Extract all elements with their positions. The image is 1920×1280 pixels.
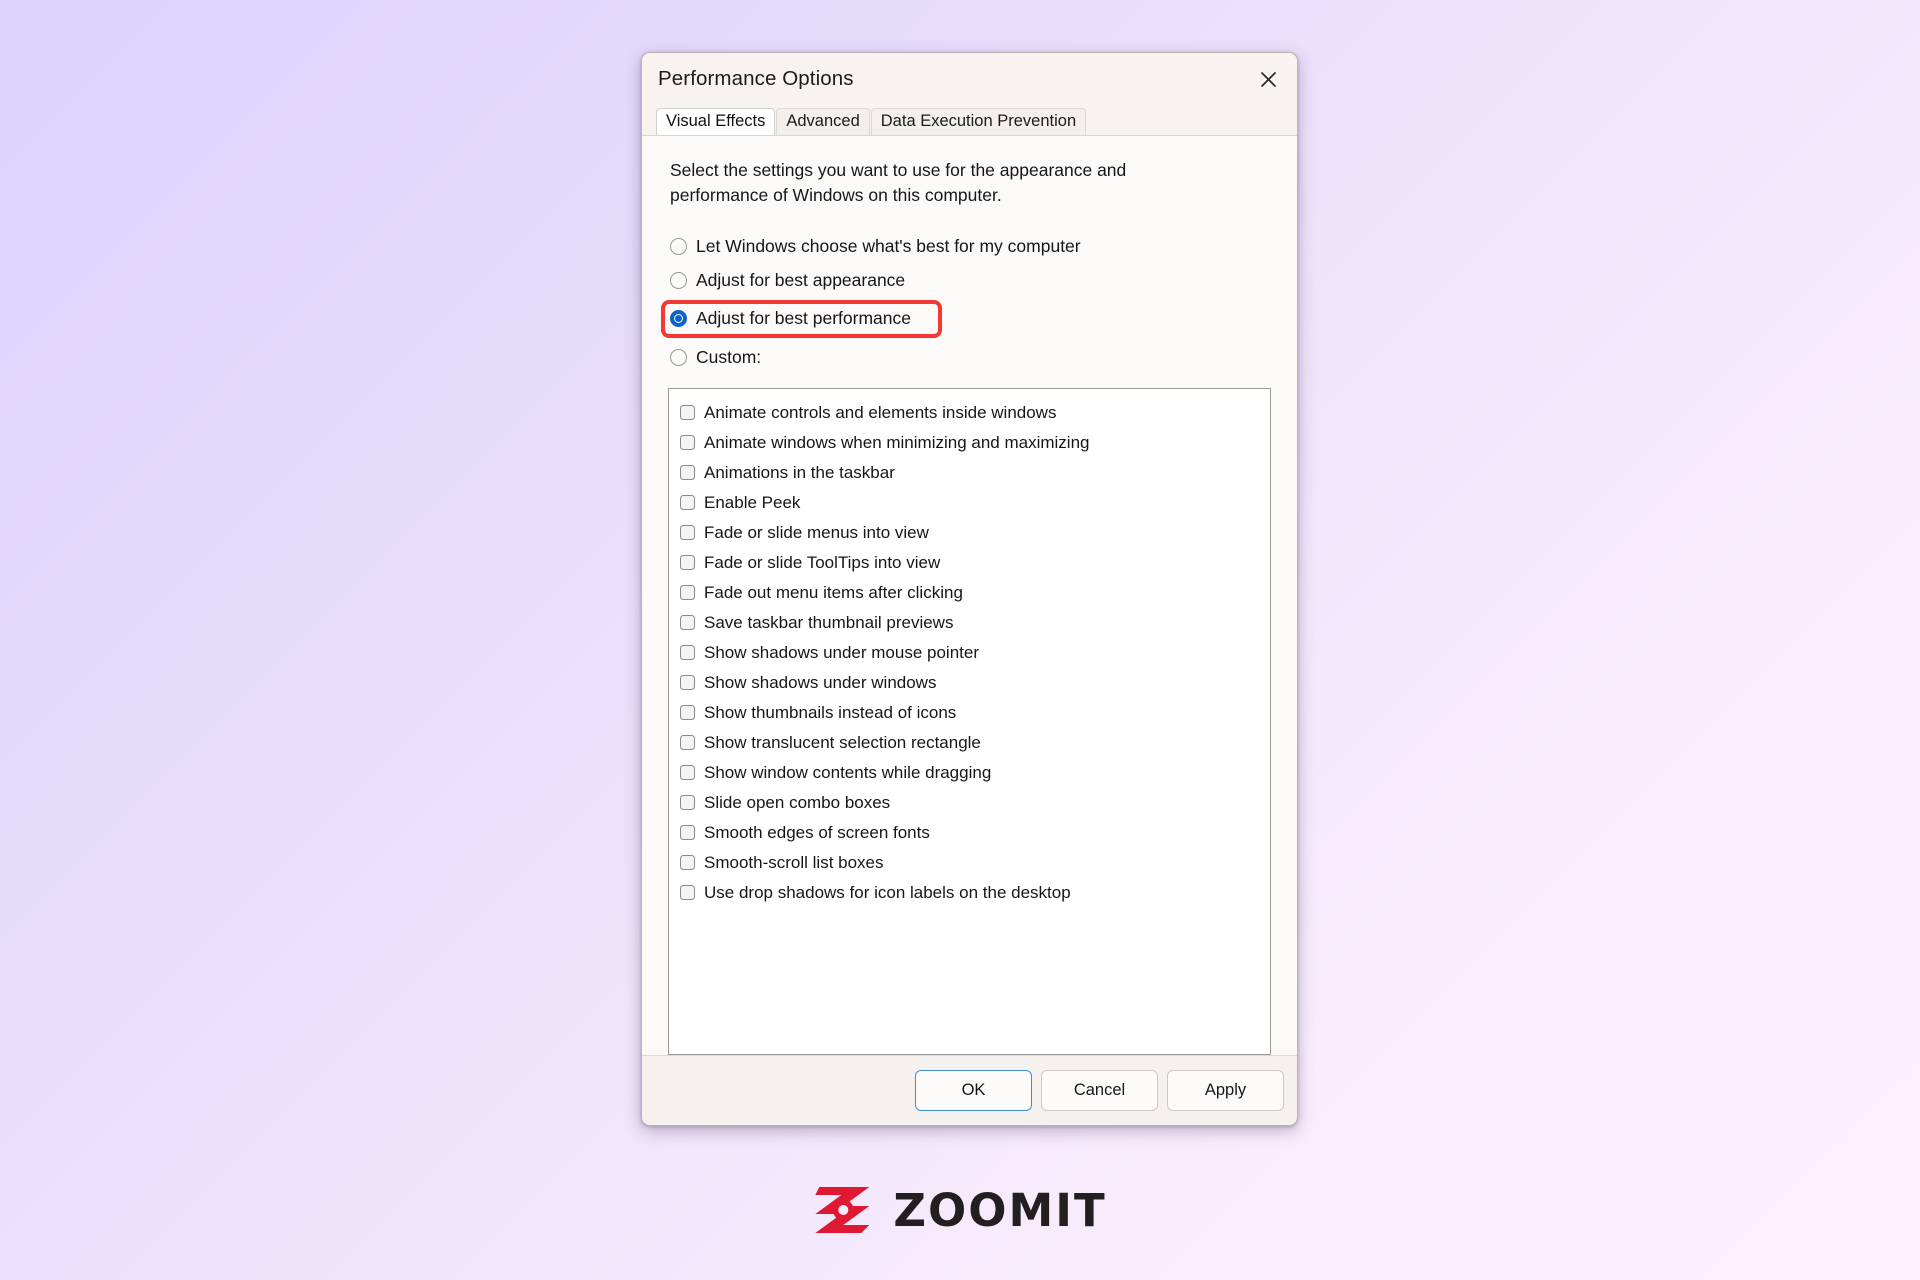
checkbox-icon (680, 825, 695, 841)
tab-strip: Visual Effects Advanced Data Execution P… (642, 105, 1297, 135)
effect-label: Show window contents while dragging (704, 762, 992, 782)
performance-options-dialog: Performance Options Visual Effects Advan… (641, 52, 1298, 1126)
effect-label: Animate windows when minimizing and maxi… (704, 432, 1090, 452)
checkbox-icon (680, 885, 695, 901)
effect-label: Show translucent selection rectangle (704, 732, 981, 752)
effect-list-item[interactable]: Slide open combo boxes (680, 788, 1270, 818)
effect-label: Animate controls and elements inside win… (704, 402, 1057, 422)
button-label: Cancel (1073, 1081, 1126, 1099)
visual-effects-panel: Select the settings you want to use for … (642, 135, 1297, 1055)
effect-list-item[interactable]: Fade or slide ToolTips into view (680, 548, 1270, 578)
checkbox-icon (680, 675, 695, 691)
tab-label: Advanced (786, 111, 860, 130)
panel-description: Select the settings you want to use for … (670, 160, 1127, 205)
checkbox-icon (680, 405, 695, 421)
dialog-title: Performance Options (658, 67, 854, 90)
effect-list-item[interactable]: Show thumbnails instead of icons (680, 698, 1270, 728)
effect-list-item[interactable]: Animate controls and elements inside win… (680, 398, 1270, 428)
dialog-titlebar: Performance Options (642, 53, 1297, 105)
radio-icon-selected (670, 310, 687, 328)
cancel-button[interactable]: Cancel (1041, 1070, 1158, 1111)
effect-label: Show shadows under mouse pointer (704, 642, 979, 662)
radio-label: Let Windows choose what's best for my co… (696, 236, 1081, 257)
effect-label: Show thumbnails instead of icons (704, 702, 957, 722)
close-icon (1260, 71, 1276, 87)
effect-label: Animations in the taskbar (704, 462, 895, 482)
tab-data-execution-prevention[interactable]: Data Execution Prevention (870, 107, 1087, 135)
ok-button[interactable]: OK (915, 1070, 1032, 1111)
effect-list-item[interactable]: Fade or slide menus into view (680, 518, 1270, 548)
effect-list-item[interactable]: Fade out menu items after clicking (680, 578, 1270, 608)
effect-list-item[interactable]: Use drop shadows for icon labels on the … (680, 878, 1270, 908)
effect-list-item[interactable]: Animations in the taskbar (680, 458, 1270, 488)
checkbox-icon (680, 765, 695, 781)
effect-list-item[interactable]: Smooth-scroll list boxes (680, 848, 1270, 878)
radio-label: Adjust for best performance (696, 308, 911, 329)
checkbox-icon (680, 585, 695, 601)
button-label: OK (961, 1081, 986, 1099)
radio-icon (670, 349, 687, 367)
checkbox-icon (680, 465, 695, 481)
effect-list-item[interactable]: Enable Peek (680, 488, 1270, 518)
tab-label: Visual Effects (666, 111, 766, 130)
close-button[interactable] (1239, 53, 1297, 105)
radio-option-custom[interactable]: Custom: (670, 341, 1273, 375)
checkbox-icon (680, 705, 695, 721)
radio-option-best-appearance[interactable]: Adjust for best appearance (670, 264, 1273, 298)
effect-label: Fade out menu items after clicking (704, 582, 963, 602)
checkbox-icon (680, 495, 695, 511)
effect-label: Slide open combo boxes (704, 792, 891, 812)
radio-icon (670, 272, 687, 290)
effect-list-item[interactable]: Smooth edges of screen fonts (680, 818, 1270, 848)
checkbox-icon (680, 435, 695, 451)
checkbox-icon (680, 645, 695, 661)
zoomit-wordmark: ZOOMIT (893, 1183, 1107, 1237)
tab-advanced[interactable]: Advanced (776, 107, 870, 135)
checkbox-icon (680, 525, 695, 541)
performance-radio-group: Let Windows choose what's best for my co… (661, 230, 1273, 375)
radio-label: Custom: (696, 347, 762, 368)
checkbox-icon (680, 855, 695, 871)
effect-list-item[interactable]: Show translucent selection rectangle (680, 728, 1270, 758)
checkbox-icon (680, 555, 695, 571)
checkbox-icon (680, 615, 695, 631)
effect-label: Use drop shadows for icon labels on the … (704, 882, 1071, 902)
zoomit-z-icon (815, 1187, 870, 1233)
radio-label: Adjust for best appearance (696, 270, 906, 291)
tab-label: Data Execution Prevention (880, 111, 1077, 130)
radio-icon (670, 238, 687, 256)
radio-option-let-windows-choose[interactable]: Let Windows choose what's best for my co… (670, 230, 1273, 264)
dialog-footer: OK Cancel Apply (642, 1055, 1297, 1125)
apply-button[interactable]: Apply (1167, 1070, 1284, 1111)
effect-label: Enable Peek (704, 492, 801, 512)
radio-option-best-performance[interactable]: Adjust for best performance (661, 299, 942, 338)
button-label: Apply (1204, 1081, 1247, 1099)
effect-list-item[interactable]: Animate windows when minimizing and maxi… (680, 428, 1270, 458)
effect-label: Show shadows under windows (704, 672, 937, 692)
effect-label: Smooth-scroll list boxes (704, 852, 884, 872)
effect-label: Smooth edges of screen fonts (704, 822, 930, 842)
zoomit-watermark: ZOOMIT (813, 1181, 1106, 1239)
effect-list-item[interactable]: Save taskbar thumbnail previews (680, 608, 1270, 638)
checkbox-icon (680, 735, 695, 751)
effect-list-item[interactable]: Show window contents while dragging (680, 758, 1270, 788)
effect-list-item[interactable]: Show shadows under mouse pointer (680, 638, 1270, 668)
effect-label: Fade or slide ToolTips into view (704, 552, 941, 572)
effect-label: Fade or slide menus into view (704, 522, 929, 542)
effect-list-item[interactable]: Show shadows under windows (680, 668, 1270, 698)
tab-visual-effects[interactable]: Visual Effects (656, 107, 776, 135)
visual-effects-list[interactable]: Animate controls and elements inside win… (668, 387, 1271, 1055)
checkbox-icon (680, 795, 695, 811)
effect-label: Save taskbar thumbnail previews (704, 612, 954, 632)
